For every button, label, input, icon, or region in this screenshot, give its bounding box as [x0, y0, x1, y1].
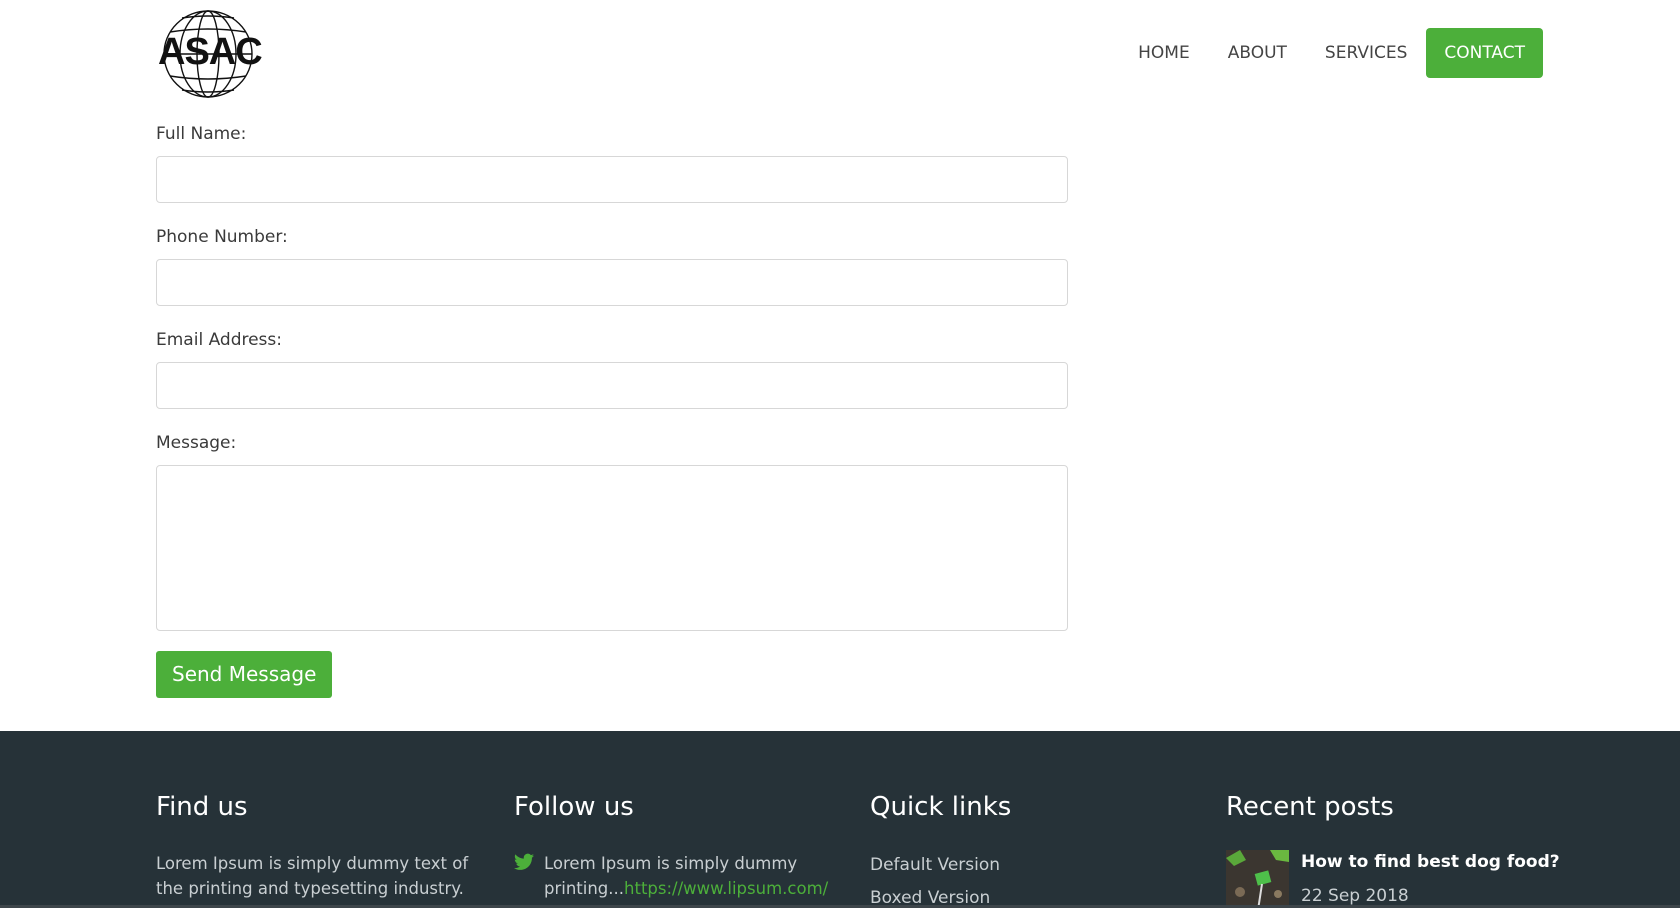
- send-message-button[interactable]: Send Message: [156, 651, 333, 698]
- nav-home[interactable]: HOME: [1119, 28, 1209, 78]
- post-title[interactable]: How to find best dog food?: [1301, 852, 1561, 872]
- full-name-label: Full Name:: [156, 124, 247, 144]
- post-thumbnail[interactable]: [1226, 850, 1289, 908]
- footer-recent-posts: Recent posts How to find best dog food? …: [1226, 789, 1566, 908]
- twitter-icon[interactable]: [514, 853, 534, 871]
- site-logo[interactable]: ASAC: [158, 8, 263, 100]
- follow-us-link[interactable]: https://www.lipsum.com/: [624, 879, 828, 898]
- full-name-input[interactable]: [156, 156, 1068, 203]
- nav-about[interactable]: ABOUT: [1209, 28, 1306, 78]
- footer-find-us: Find us Lorem Ipsum is simply dummy text…: [156, 789, 476, 901]
- phone-label: Phone Number:: [156, 227, 288, 247]
- recent-posts-heading: Recent posts: [1226, 792, 1394, 822]
- find-us-heading: Find us: [156, 792, 248, 822]
- follow-us-text: Lorem Ipsum is simply dummy printing...h…: [544, 851, 864, 901]
- quick-link-default-version[interactable]: Default Version: [870, 849, 1170, 882]
- post-image-icon: [1226, 850, 1289, 908]
- site-footer: Find us Lorem Ipsum is simply dummy text…: [0, 731, 1680, 908]
- nav-contact[interactable]: CONTACT: [1426, 28, 1543, 78]
- footer-quick-links: Quick links Default Version Boxed Versio…: [870, 789, 1170, 908]
- find-us-text: Lorem Ipsum is simply dummy text of the …: [156, 854, 469, 898]
- post-date: 22 Sep 2018: [1301, 886, 1409, 906]
- logo-text: ASAC: [158, 31, 263, 73]
- email-label: Email Address:: [156, 330, 282, 350]
- site-header: ASAC HOME ABOUT SERVICES CONTACT: [0, 0, 1680, 110]
- quick-links-heading: Quick links: [870, 792, 1012, 822]
- email-input[interactable]: [156, 362, 1068, 409]
- contact-form: Full Name: Phone Number: Email Address: …: [156, 118, 1068, 698]
- follow-us-heading: Follow us: [514, 792, 634, 822]
- message-label: Message:: [156, 433, 237, 453]
- phone-input[interactable]: [156, 259, 1068, 306]
- nav-services[interactable]: SERVICES: [1306, 28, 1426, 78]
- message-textarea[interactable]: [156, 465, 1068, 631]
- footer-follow-us: Follow us Lorem Ipsum is simply dummy pr…: [514, 789, 854, 908]
- main-nav: HOME ABOUT SERVICES CONTACT: [1119, 28, 1543, 78]
